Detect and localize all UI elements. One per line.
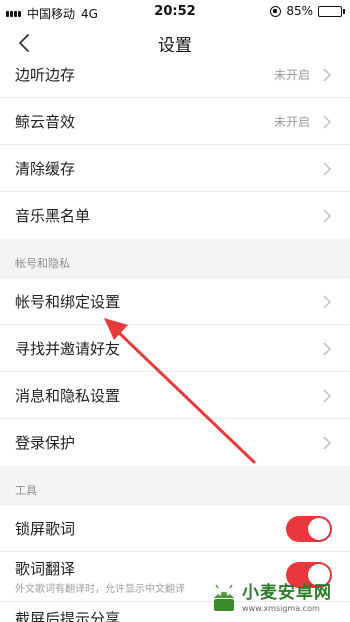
row-label: 寻找并邀请好友	[15, 340, 121, 358]
rotation-lock-icon	[270, 5, 282, 17]
android-logo-icon	[214, 584, 234, 611]
section-header-account: 帐号和隐私	[0, 239, 350, 279]
settings-row-account-binding[interactable]: 帐号和绑定设置	[0, 279, 350, 325]
row-label: 清除缓存	[15, 160, 76, 178]
watermark-main: 小麦安卓网	[242, 583, 332, 603]
row-label: 帐号和绑定设置	[15, 293, 121, 311]
row-label: 鲸云音效	[15, 113, 76, 131]
row-subtitle: 外文歌词有翻译时，允许显示中文翻译	[15, 584, 185, 595]
settings-row-clear-cache[interactable]: 清除缓存	[0, 146, 350, 192]
row-label: 登录保护	[15, 434, 76, 452]
row-label: 歌词翻译	[15, 560, 76, 578]
row-label: 音乐黑名单	[15, 207, 91, 225]
watermark-url: www.xmsigma.com	[242, 604, 320, 613]
lockscreen-lyrics-toggle[interactable]	[286, 516, 332, 542]
battery-percent: 85%	[286, 4, 313, 18]
settings-row-invite-friends[interactable]: 寻找并邀请好友	[0, 326, 350, 372]
settings-row-sound-effect[interactable]: 鲸云音效 未开启	[0, 99, 350, 145]
chevron-right-icon	[323, 295, 331, 309]
toggle-knob	[308, 518, 330, 540]
chevron-right-icon	[323, 115, 331, 129]
row-label: 截屏后提示分享	[15, 610, 121, 622]
settings-row-listen-save[interactable]: 边听边存 未开启	[0, 52, 350, 98]
settings-row-login-protection[interactable]: 登录保护	[0, 420, 350, 466]
battery-icon	[318, 5, 345, 17]
chevron-right-icon	[323, 389, 331, 403]
section-title: 工具	[15, 484, 37, 497]
watermark: 小麦安卓网 www.xmsigma.com	[210, 580, 344, 618]
status-bar: 中国移动 4G 20:52 85%	[0, 0, 350, 24]
watermark-text: 小麦安卓网 www.xmsigma.com	[242, 585, 332, 613]
chevron-right-icon	[323, 68, 331, 82]
chevron-right-icon	[323, 342, 331, 356]
section-title: 帐号和隐私	[15, 257, 70, 270]
settings-row-blacklist[interactable]: 音乐黑名单	[0, 193, 350, 239]
section-header-tools: 工具	[0, 466, 350, 506]
chevron-right-icon	[323, 162, 331, 176]
row-value: 未开启	[273, 68, 310, 82]
row-label: 边听边存	[15, 66, 76, 84]
chevron-right-icon	[323, 436, 331, 450]
settings-row-message-privacy[interactable]: 消息和隐私设置	[0, 373, 350, 419]
status-right: 85%	[270, 4, 345, 18]
settings-row-lockscreen-lyrics: 锁屏歌词	[0, 506, 350, 552]
chevron-right-icon	[323, 209, 331, 223]
row-label: 锁屏歌词	[15, 520, 76, 538]
row-value: 未开启	[273, 115, 310, 129]
row-label: 消息和隐私设置	[15, 387, 121, 405]
